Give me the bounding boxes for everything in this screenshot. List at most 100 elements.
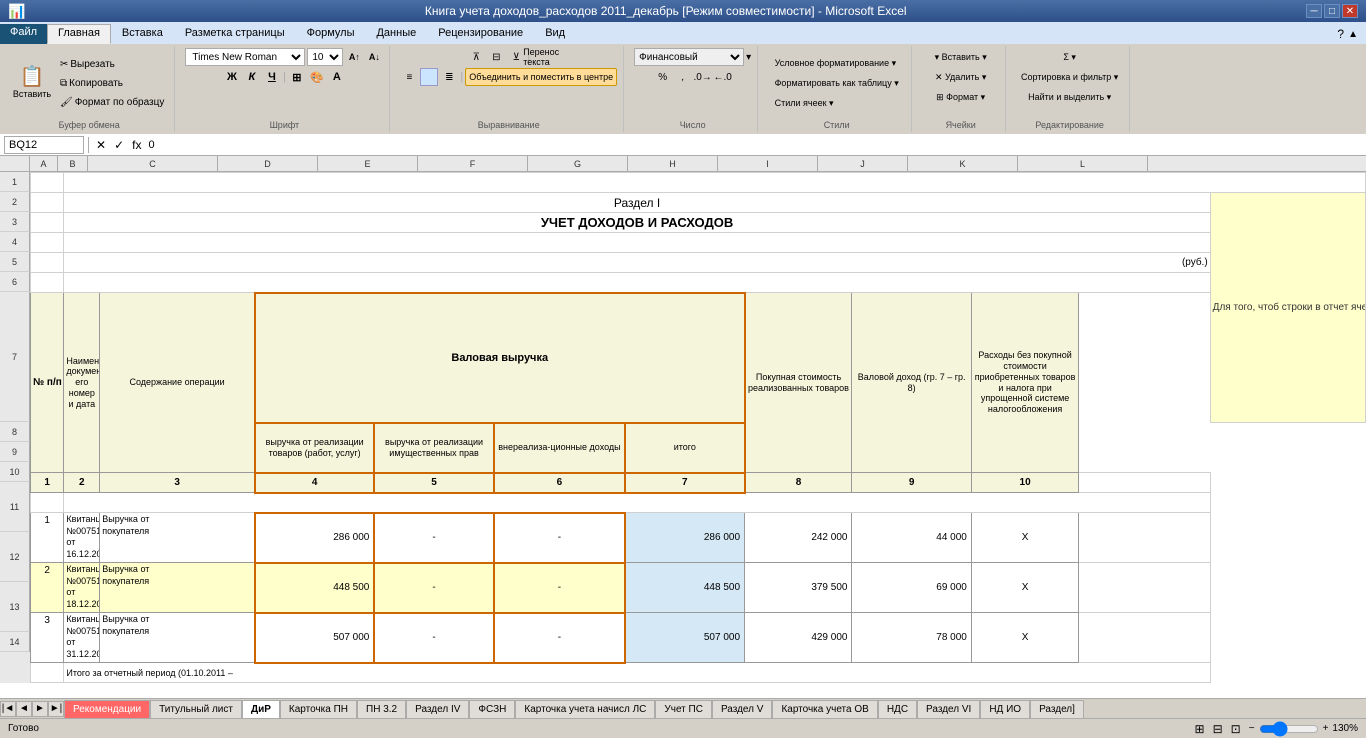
conditional-format-button[interactable]: Условное форматирование ▾ [771, 54, 903, 72]
cell-styles-button[interactable]: Стили ячеек ▾ [771, 94, 903, 112]
tab-card-ov[interactable]: Карточка учета ОВ [772, 700, 877, 718]
tab-card-ls[interactable]: Карточка учета начисл ЛС [515, 700, 655, 718]
sheet-nav-next[interactable]: ► [32, 701, 48, 717]
align-right-button[interactable]: ≣ [440, 68, 458, 86]
underline-button[interactable]: Ч [263, 68, 281, 86]
tab-section6[interactable]: Раздел VI [917, 700, 980, 718]
italic-button[interactable]: К [243, 68, 261, 86]
col-num-3[interactable]: 3 [100, 473, 255, 493]
row12-col4[interactable]: 448 500 [255, 563, 374, 613]
row11-col5[interactable]: - [374, 513, 493, 563]
percent-button[interactable]: % [654, 68, 672, 86]
tab-home[interactable]: Главная [47, 24, 111, 44]
col-header-D[interactable]: D [218, 156, 318, 171]
row13-col9[interactable]: 78 000 [852, 613, 971, 663]
number-format-dropdown[interactable]: ▾ [746, 52, 751, 63]
cut-button[interactable]: ✂ Вырезать [56, 55, 168, 73]
tab-recommendations[interactable]: Рекомендации [64, 700, 150, 718]
row12-col5[interactable]: - [374, 563, 493, 613]
tab-pn32[interactable]: ПН 3.2 [357, 700, 406, 718]
zoom-in-button[interactable]: + [1323, 723, 1329, 734]
copy-button[interactable]: ⧉ Копировать [56, 74, 168, 92]
cell-3-title2[interactable]: УЧЕТ ДОХОДОВ И РАСХОДОВ [64, 213, 1210, 233]
row11-col8[interactable]: 242 000 [745, 513, 852, 563]
cell-4-rest[interactable] [64, 233, 1210, 253]
close-button[interactable]: ✕ [1342, 4, 1358, 18]
col-header-F[interactable]: F [418, 156, 528, 171]
row11-col4[interactable]: 286 000 [255, 513, 374, 563]
tab-file[interactable]: Файл [0, 24, 47, 44]
row13-num[interactable]: 3 [31, 613, 64, 663]
row11-col6[interactable]: - [494, 513, 625, 563]
sheet-nav-last[interactable]: ►| [48, 701, 64, 717]
row12-num[interactable]: 2 [31, 563, 64, 613]
header-col5[interactable]: выручка от реализации имущественных прав [374, 423, 493, 473]
cell-5-A[interactable] [31, 253, 64, 273]
header-col6[interactable]: внереализа-ционные доходы [494, 423, 625, 473]
col-num-9[interactable]: 9 [852, 473, 971, 493]
cell-5-currency[interactable]: (руб.) [64, 253, 1210, 273]
fill-color-button[interactable]: 🎨 [308, 68, 326, 86]
confirm-formula-icon[interactable]: ✓ [111, 138, 127, 152]
decrease-font-icon[interactable]: A↓ [365, 48, 383, 66]
col-num-2[interactable]: 2 [64, 473, 100, 493]
formula-input[interactable] [148, 136, 1362, 154]
col-header-B[interactable]: B [58, 156, 88, 171]
row13-col7[interactable]: 507 000 [625, 613, 744, 663]
col-header-C[interactable]: C [88, 156, 218, 171]
header-col4[interactable]: выручка от реализации товаров (работ, ус… [255, 423, 374, 473]
row13-col5[interactable]: - [374, 613, 493, 663]
font-name-select[interactable]: Times New Roman [185, 48, 305, 66]
col-header-L[interactable]: L [1018, 156, 1148, 171]
align-middle-button[interactable]: ⊟ [487, 48, 505, 66]
zoom-out-button[interactable]: − [1249, 723, 1255, 734]
col-num-4[interactable]: 4 [255, 473, 374, 493]
tab-view[interactable]: Вид [534, 24, 576, 44]
col-header-E[interactable]: E [318, 156, 418, 171]
row12-doc[interactable]: Квитанция№0075102 от18.12.2011 [64, 563, 100, 613]
comma-button[interactable]: , [674, 68, 692, 86]
header-gross-income[interactable]: Валовой доход (гр. 7 – гр. 8) [852, 293, 971, 473]
view-normal-icon[interactable]: ⊞ [1195, 722, 1205, 736]
row12-col6[interactable]: - [494, 563, 625, 613]
row11-col7[interactable]: 286 000 [625, 513, 744, 563]
cell-10-A[interactable] [31, 493, 64, 513]
col-num-5[interactable]: 5 [374, 473, 493, 493]
number-format-select[interactable]: Финансовый [634, 48, 744, 66]
col-header-H[interactable]: H [628, 156, 718, 171]
insert-function-icon[interactable]: fx [129, 138, 144, 152]
tab-uchet-ps[interactable]: Учет ПС [655, 700, 712, 718]
tab-fszn[interactable]: ФСЗН [469, 700, 515, 718]
cell-1-rest[interactable] [64, 173, 1366, 193]
row12-col10[interactable]: X [971, 563, 1078, 613]
cell-3-A[interactable] [31, 213, 64, 233]
col-num-10[interactable]: 10 [971, 473, 1078, 493]
sheet-nav-prev[interactable]: ◄ [16, 701, 32, 717]
borders-button[interactable]: ⊞ [288, 68, 306, 86]
tab-review[interactable]: Рецензирование [427, 24, 534, 44]
header-num[interactable]: № п/п [31, 293, 64, 473]
header-content[interactable]: Содержание операции [100, 293, 255, 473]
paste-button[interactable]: 📋 Вставить [10, 57, 54, 109]
tab-data[interactable]: Данные [365, 24, 427, 44]
tab-card-pn[interactable]: Карточка ПН [280, 700, 357, 718]
row12-col9[interactable]: 69 000 [852, 563, 971, 613]
decrease-decimal-button[interactable]: ←.0 [714, 68, 732, 86]
col-header-J[interactable]: J [818, 156, 908, 171]
minimize-ribbon-icon[interactable]: ▲ [1348, 29, 1358, 40]
tab-section5[interactable]: Раздел V [712, 700, 773, 718]
tab-nds[interactable]: НДС [878, 700, 917, 718]
row13-col4[interactable]: 507 000 [255, 613, 374, 663]
format-painter-button[interactable]: 🖌 Формат по образцу [56, 93, 168, 111]
wrap-text-button[interactable]: Перенос текста [532, 48, 550, 66]
view-page-icon[interactable]: ⊡ [1231, 722, 1241, 736]
cells-scroll[interactable]: 1 2 3 4 5 6 7 8 9 10 11 12 13 14 [0, 172, 1366, 698]
align-top-button[interactable]: ⊼ [467, 48, 485, 66]
cell-2-A[interactable] [31, 193, 64, 213]
row11-num[interactable]: 1 [31, 513, 64, 563]
name-box[interactable] [4, 136, 84, 154]
tab-nd-io[interactable]: НД ИО [980, 700, 1030, 718]
row13-content[interactable]: Выручка отпокупателя [100, 613, 255, 663]
cell-6-A[interactable] [31, 273, 64, 293]
header-gross-revenue[interactable]: Валовая выручка [255, 293, 745, 423]
